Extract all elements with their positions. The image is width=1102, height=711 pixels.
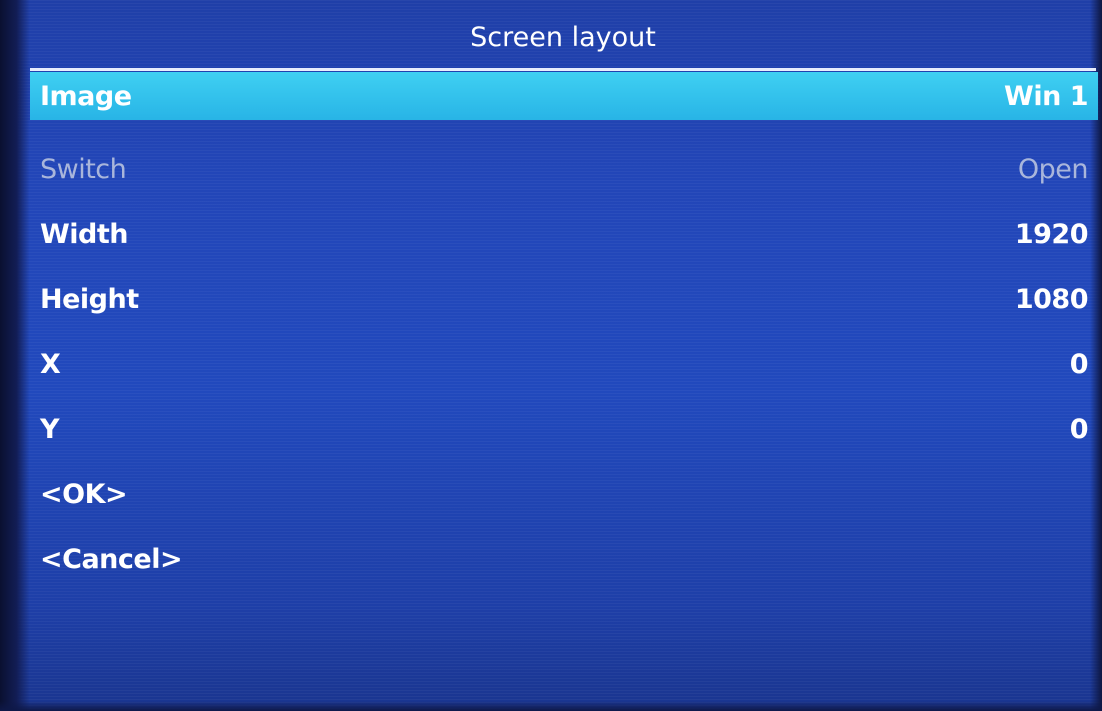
ok-button-label: <OK>: [40, 479, 128, 510]
menu-item-value: 0: [1069, 349, 1089, 380]
menu-item-label: Height: [40, 284, 139, 315]
osd-screen: Screen layout Image Win 1 Switch Open Wi…: [0, 0, 1102, 711]
menu-item-value: 1920: [1014, 219, 1089, 250]
menu-item-y[interactable]: Y 0: [30, 397, 1098, 462]
title-bar: Screen layout: [30, 8, 1096, 66]
menu-item-x[interactable]: X 0: [30, 332, 1098, 397]
title-divider: [30, 68, 1096, 71]
bezel-left: [0, 0, 30, 711]
ok-button[interactable]: <OK>: [30, 462, 1098, 527]
menu-item-label: Image: [40, 80, 132, 112]
menu-item-width[interactable]: Width 1920: [30, 202, 1098, 267]
page-title: Screen layout: [470, 21, 656, 53]
menu-item-switch[interactable]: Switch Open: [30, 137, 1098, 202]
menu-item-label: Width: [40, 219, 129, 250]
menu-item-value: Open: [1017, 154, 1089, 185]
menu-item-label: X: [40, 349, 61, 380]
menu-item-label: Y: [40, 414, 60, 445]
menu-item-value: Win 1: [1004, 80, 1088, 112]
cancel-button[interactable]: <Cancel>: [30, 527, 1098, 592]
menu-item-value: 1080: [1014, 284, 1089, 315]
settings-menu: Image Win 1 Switch Open Width 1920 Heigh…: [30, 72, 1098, 592]
menu-item-label: Switch: [40, 154, 127, 185]
menu-item-value: 0: [1069, 414, 1089, 445]
menu-item-image[interactable]: Image Win 1: [30, 72, 1098, 120]
cancel-button-label: <Cancel>: [40, 544, 183, 575]
menu-item-height[interactable]: Height 1080: [30, 267, 1098, 332]
bezel-bottom: [0, 701, 1102, 711]
